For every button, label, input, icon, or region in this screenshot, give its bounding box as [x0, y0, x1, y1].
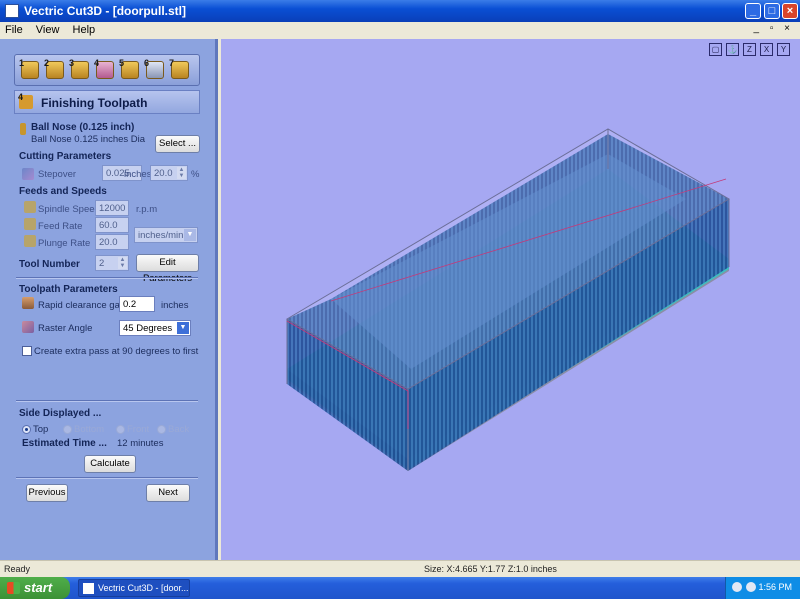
tool-name: Ball Nose (0.125 inch): [31, 122, 135, 133]
toolpath-parameters-heading: Toolpath Parameters: [19, 284, 118, 295]
wizard-step-toolbar: 1 2 3 4 5 6 7: [14, 54, 200, 86]
rate-unit-value: inches/min: [138, 230, 184, 241]
tool-number-input[interactable]: 2 ▲ ▼: [95, 255, 129, 271]
raster-angle-dropdown-arrow[interactable]: ▼: [177, 322, 189, 334]
start-button[interactable]: start: [0, 577, 70, 599]
divider: [16, 277, 198, 279]
previous-button[interactable]: Previous: [26, 484, 68, 502]
section-header: 4 Finishing Toolpath: [14, 90, 200, 114]
status-bar: Ready Size: X:4.665 Y:1.77 Z:1.0 inches: [0, 560, 800, 577]
tool-number-spinner[interactable]: ▲ ▼: [118, 257, 127, 269]
section-title: Finishing Toolpath: [41, 96, 148, 110]
step-7-number: 7: [169, 58, 175, 68]
step-6-number: 6: [144, 58, 150, 68]
taskbar-app-button[interactable]: Vectric Cut3D - [door...: [78, 579, 190, 597]
stepover-unit: inches: [124, 169, 152, 180]
side-top-radio[interactable]: [22, 425, 31, 434]
feeds-speeds-heading: Feeds and Speeds: [19, 186, 107, 197]
minimize-button[interactable]: _: [745, 3, 761, 19]
extra-pass-label: Create extra pass at 90 degrees to first: [34, 346, 199, 357]
3d-viewport[interactable]: ▢ ⚓ Z X Y: [221, 39, 800, 560]
side-bottom-label: Bottom: [74, 424, 105, 435]
menu-bar: File View Help: [0, 22, 800, 39]
spindle-speed-unit: r.p.m: [136, 204, 158, 215]
cutting-parameters-heading: Cutting Parameters: [19, 151, 112, 162]
mdi-window-controls[interactable]: _ ▫ ×: [753, 23, 794, 34]
spindle-speed-label: Spindle Speed: [38, 204, 100, 215]
volume-icon[interactable]: [732, 582, 742, 592]
step-4-number: 4: [94, 58, 100, 68]
select-tool-button[interactable]: Select ...: [155, 135, 200, 153]
ball-nose-tool-icon: [20, 123, 26, 135]
stepover-percent-value: 20.0: [154, 168, 173, 179]
network-icon[interactable]: [746, 582, 756, 592]
plunge-rate-input[interactable]: 20.0: [95, 234, 129, 250]
side-bottom-radio[interactable]: [63, 425, 72, 434]
size-readout: Size: X:4.665 Y:1.77 Z:1.0 inches: [424, 564, 557, 574]
feed-rate-label: Feed Rate: [38, 221, 83, 232]
step-3-number: 3: [69, 58, 75, 68]
task-label: Vectric Cut3D - [door...: [98, 583, 189, 593]
window-title: Vectric Cut3D - [doorpull.stl]: [24, 4, 187, 18]
raster-angle-select[interactable]: 45 Degrees ▼: [119, 320, 191, 336]
spindle-icon: [24, 201, 36, 213]
stepover-percent-spinner[interactable]: ▲ ▼: [177, 167, 186, 179]
toolpath-preview: [286, 128, 730, 471]
side-front-radio[interactable]: [116, 425, 125, 434]
raster-angle-value: 45 Degrees: [123, 323, 173, 334]
divider: [16, 477, 198, 479]
menu-help[interactable]: Help: [68, 22, 101, 38]
tool-description: Ball Nose 0.125 inches Dia: [31, 134, 146, 145]
extra-pass-checkbox[interactable]: [22, 346, 32, 356]
rate-unit-dropdown-arrow[interactable]: ▼: [184, 229, 196, 241]
stepover-percent-input[interactable]: 20.0 ▲ ▼: [150, 165, 188, 181]
menu-file[interactable]: File: [0, 22, 28, 38]
plunge-rate-icon: [24, 235, 36, 247]
app-task-icon: [83, 583, 94, 594]
rapid-clearance-input[interactable]: 0.2: [119, 296, 155, 312]
start-label: start: [24, 580, 53, 595]
side-back-radio[interactable]: [157, 425, 166, 434]
raster-angle-label: Raster Angle: [38, 323, 93, 334]
system-tray: 1:56 PM: [725, 577, 800, 599]
status-text: Ready: [4, 564, 31, 574]
estimated-time-value: 12 minutes: [117, 438, 164, 449]
stepover-label: Stepover: [38, 169, 77, 180]
estimated-time-label: Estimated Time ...: [22, 438, 107, 449]
section-step-number: 4: [18, 92, 24, 102]
divider: [16, 400, 198, 402]
menu-view[interactable]: View: [31, 22, 65, 38]
side-top-label: Top: [33, 424, 49, 435]
tool-number-value: 2: [99, 258, 105, 269]
step-2-number: 2: [44, 58, 50, 68]
calculate-button[interactable]: Calculate: [84, 455, 136, 473]
spindle-speed-input[interactable]: 12000: [95, 200, 129, 216]
feed-rate-input[interactable]: 60.0: [95, 217, 129, 233]
side-back-label: Back: [168, 424, 190, 435]
side-front-label: Front: [127, 424, 150, 435]
rate-unit-select[interactable]: inches/min ▼: [134, 227, 198, 243]
maximize-button[interactable]: □: [764, 3, 780, 19]
stepover-icon: [22, 168, 34, 180]
side-displayed-heading: Side Displayed ...: [19, 408, 102, 419]
app-icon: [5, 4, 19, 18]
edit-parameters-button[interactable]: Edit Parameters: [136, 254, 199, 284]
next-button[interactable]: Next: [146, 484, 190, 502]
rapid-clearance-unit: inches: [161, 300, 189, 311]
step-1-number: 1: [19, 58, 25, 68]
plunge-rate-label: Plunge Rate: [38, 238, 91, 249]
tool-number-label: Tool Number: [19, 259, 80, 270]
taskbar: start Vectric Cut3D - [door... 1:56 PM: [0, 577, 800, 599]
feed-rate-icon: [24, 218, 36, 230]
step-5-number: 5: [119, 58, 125, 68]
close-button[interactable]: ×: [782, 3, 798, 19]
toolpath-panel: 1 2 3 4 5 6 7 4 Finishing Toolpath Ball …: [0, 39, 218, 560]
rapid-clearance-label: Rapid clearance gap: [38, 300, 126, 311]
title-bar: Vectric Cut3D - [doorpull.stl] _ □ ×: [0, 0, 800, 22]
rapid-clearance-icon: [22, 297, 34, 309]
raster-angle-icon: [22, 321, 34, 333]
windows-logo-icon: [7, 582, 20, 594]
clock: 1:56 PM: [758, 582, 792, 592]
percent-sign: %: [191, 169, 200, 180]
